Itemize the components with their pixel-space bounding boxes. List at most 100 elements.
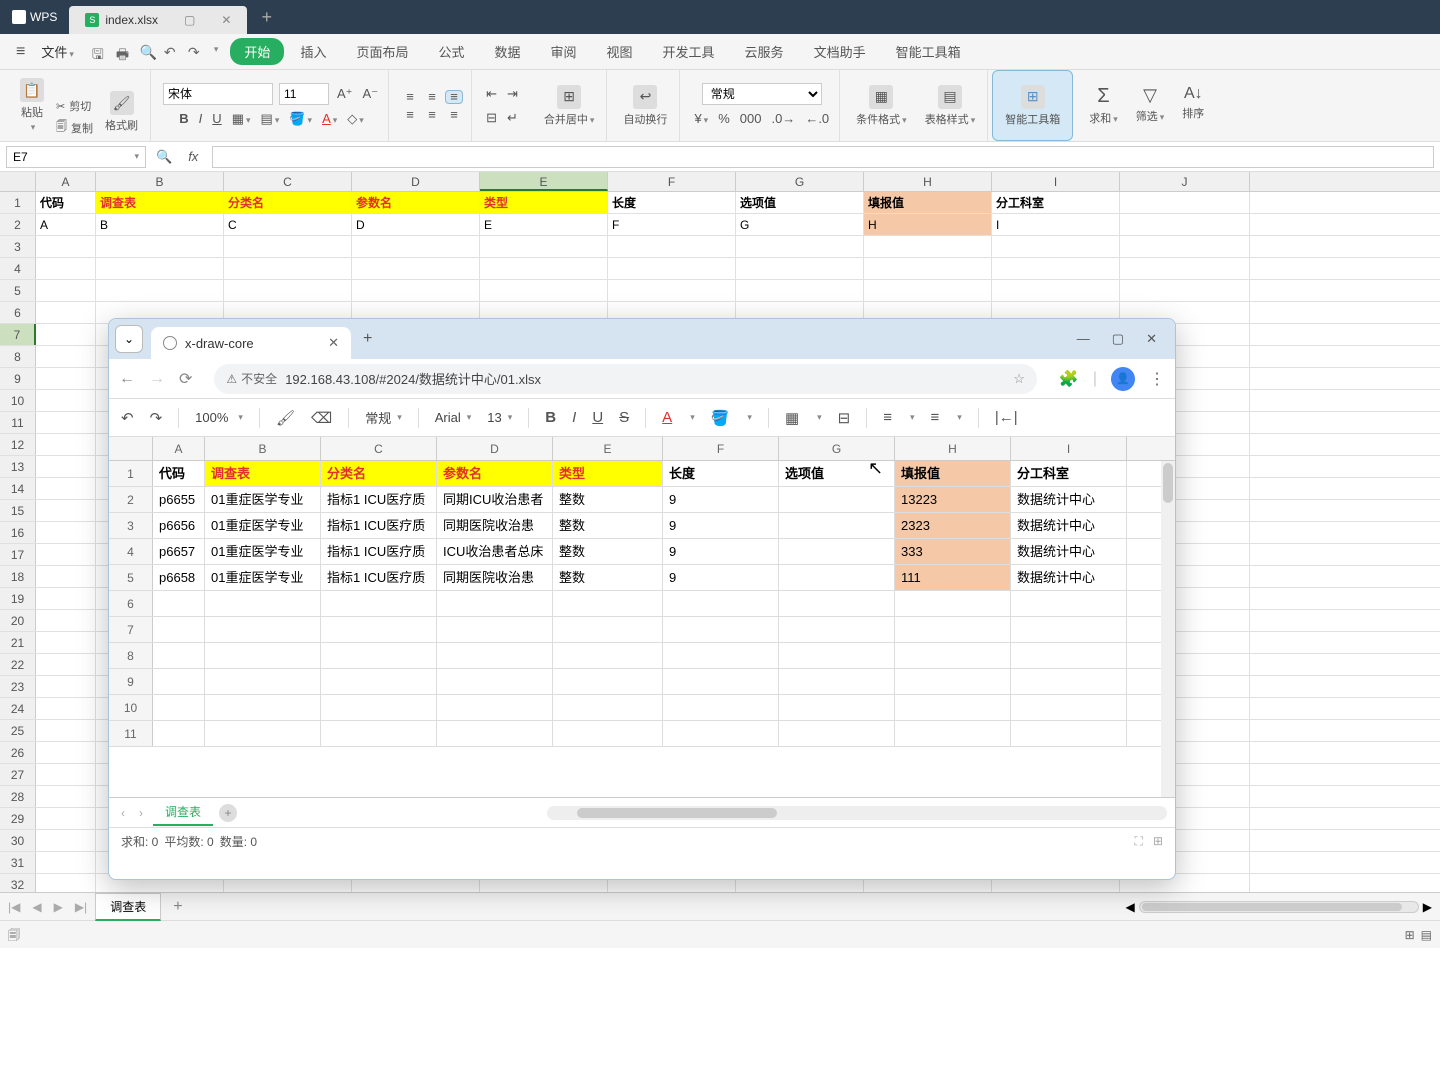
- increase-decimal-icon[interactable]: .0→: [769, 109, 797, 128]
- close-tab-icon[interactable]: ✕: [221, 13, 231, 27]
- cell[interactable]: 分工科室: [992, 192, 1120, 213]
- cell[interactable]: 长度: [608, 192, 736, 213]
- percent-icon[interactable]: %: [716, 109, 732, 128]
- cell[interactable]: [36, 236, 96, 257]
- row-header[interactable]: 22: [0, 654, 36, 675]
- sheet-nav-last-icon[interactable]: ▶|: [71, 900, 91, 914]
- bsheet-column-header-F[interactable]: F: [663, 437, 779, 460]
- bsheet-cell[interactable]: 参数名: [437, 461, 553, 486]
- close-window-icon[interactable]: ✕: [1146, 331, 1157, 347]
- cell[interactable]: [36, 654, 96, 675]
- row-header[interactable]: 11: [0, 412, 36, 433]
- bsheet-cell[interactable]: 数据统计中心: [1011, 539, 1127, 564]
- wps-logo[interactable]: WPS: [0, 0, 69, 34]
- borders-icon[interactable]: ▦: [785, 409, 799, 427]
- bsheet-cell[interactable]: 01重症医学专业: [205, 513, 321, 538]
- cell[interactable]: [36, 676, 96, 697]
- browser-menu-icon[interactable]: ⋮: [1149, 369, 1165, 389]
- bsheet-cell[interactable]: [663, 591, 779, 616]
- bsheet-cell[interactable]: 9: [663, 539, 779, 564]
- bsheet-column-header-B[interactable]: B: [205, 437, 321, 460]
- column-header-J[interactable]: J: [1120, 172, 1250, 191]
- cell[interactable]: 代码: [36, 192, 96, 213]
- bsheet-cell[interactable]: [553, 669, 663, 694]
- wps-file-tab[interactable]: S index.xlsx ▢ ✕: [69, 6, 247, 34]
- row-header[interactable]: 15: [0, 500, 36, 521]
- cell[interactable]: [864, 280, 992, 301]
- row-header[interactable]: 8: [0, 346, 36, 367]
- bsheet-cell[interactable]: 01重症医学专业: [205, 565, 321, 590]
- cell[interactable]: [992, 280, 1120, 301]
- bsheet-tab[interactable]: 调查表: [153, 799, 213, 826]
- undo-icon[interactable]: ↶: [164, 44, 180, 60]
- bsheet-cell[interactable]: 9: [663, 565, 779, 590]
- bsheet-cell[interactable]: [1011, 695, 1127, 720]
- row-header[interactable]: 7: [0, 324, 36, 345]
- column-header-A[interactable]: A: [36, 172, 96, 191]
- bsheet-cell[interactable]: [321, 695, 437, 720]
- cell[interactable]: [96, 280, 224, 301]
- cell[interactable]: E: [480, 214, 608, 235]
- row-header[interactable]: 14: [0, 478, 36, 499]
- cell[interactable]: H: [864, 214, 992, 235]
- cell[interactable]: [352, 258, 480, 279]
- cell[interactable]: [1120, 280, 1250, 301]
- format-painter-button[interactable]: 🖌 格式刷: [101, 87, 142, 137]
- cell[interactable]: [480, 280, 608, 301]
- menu-view[interactable]: 视图: [593, 36, 647, 67]
- bsheet-row-header[interactable]: 7: [109, 617, 153, 642]
- bsheet-cell[interactable]: [779, 669, 895, 694]
- bsheet-cell[interactable]: 整数: [553, 487, 663, 512]
- cell[interactable]: [224, 236, 352, 257]
- bsheet-cell[interactable]: [663, 643, 779, 668]
- close-icon[interactable]: ✕: [328, 335, 339, 351]
- view-normal-icon[interactable]: ⊞: [1405, 928, 1415, 942]
- cell[interactable]: [36, 412, 96, 433]
- bsheet-cell[interactable]: [1011, 669, 1127, 694]
- bsheet-cell[interactable]: [895, 695, 1011, 720]
- bsheet-cell[interactable]: ICU收治患者总床: [437, 539, 553, 564]
- copy-button[interactable]: 🗐 复制: [56, 118, 93, 137]
- row-header[interactable]: 26: [0, 742, 36, 763]
- number-format-select[interactable]: 常规▾: [365, 408, 402, 427]
- text-color-icon[interactable]: A: [662, 409, 672, 426]
- bsheet-cell[interactable]: [663, 695, 779, 720]
- fill-color-icon[interactable]: 🪣▾: [287, 109, 314, 129]
- cell[interactable]: [36, 302, 96, 323]
- bsheet-cell[interactable]: [779, 617, 895, 642]
- cell[interactable]: [1120, 214, 1250, 235]
- bsheet-cell[interactable]: [321, 591, 437, 616]
- cell[interactable]: [36, 368, 96, 389]
- row-header[interactable]: 31: [0, 852, 36, 873]
- cell[interactable]: [992, 258, 1120, 279]
- cell[interactable]: F: [608, 214, 736, 235]
- cell[interactable]: B: [96, 214, 224, 235]
- zoom-icon[interactable]: 🔍: [154, 147, 174, 167]
- bsheet-cell[interactable]: [663, 721, 779, 746]
- bsheet-h-scrollbar[interactable]: [547, 806, 1167, 820]
- bsheet-cell[interactable]: [1011, 643, 1127, 668]
- bsheet-cell[interactable]: [895, 591, 1011, 616]
- menu-page-layout[interactable]: 页面布局: [342, 36, 422, 67]
- bsheet-cell[interactable]: p6658: [153, 565, 205, 590]
- cell[interactable]: [1120, 258, 1250, 279]
- cell[interactable]: [36, 522, 96, 543]
- bsheet-cell[interactable]: 整数: [553, 513, 663, 538]
- comma-icon[interactable]: 000: [738, 109, 764, 128]
- bsheet-cell[interactable]: [153, 643, 205, 668]
- cell[interactable]: 参数名: [352, 192, 480, 213]
- bsheet-cell[interactable]: [321, 617, 437, 642]
- bsheet-add-tab-button[interactable]: +: [219, 804, 237, 822]
- cell[interactable]: [36, 390, 96, 411]
- cell[interactable]: [36, 346, 96, 367]
- bsheet-cell[interactable]: 类型: [553, 461, 663, 486]
- underline-icon[interactable]: U: [210, 109, 223, 128]
- bsheet-row-header[interactable]: 1: [109, 461, 153, 486]
- maximize-tab-icon[interactable]: ▢: [184, 13, 195, 27]
- bsheet-cell[interactable]: [437, 669, 553, 694]
- bsheet-cell[interactable]: [779, 695, 895, 720]
- profile-avatar[interactable]: 👤: [1111, 367, 1135, 391]
- bsheet-cell[interactable]: 分类名: [321, 461, 437, 486]
- bsheet-cell[interactable]: [553, 643, 663, 668]
- row-header[interactable]: 21: [0, 632, 36, 653]
